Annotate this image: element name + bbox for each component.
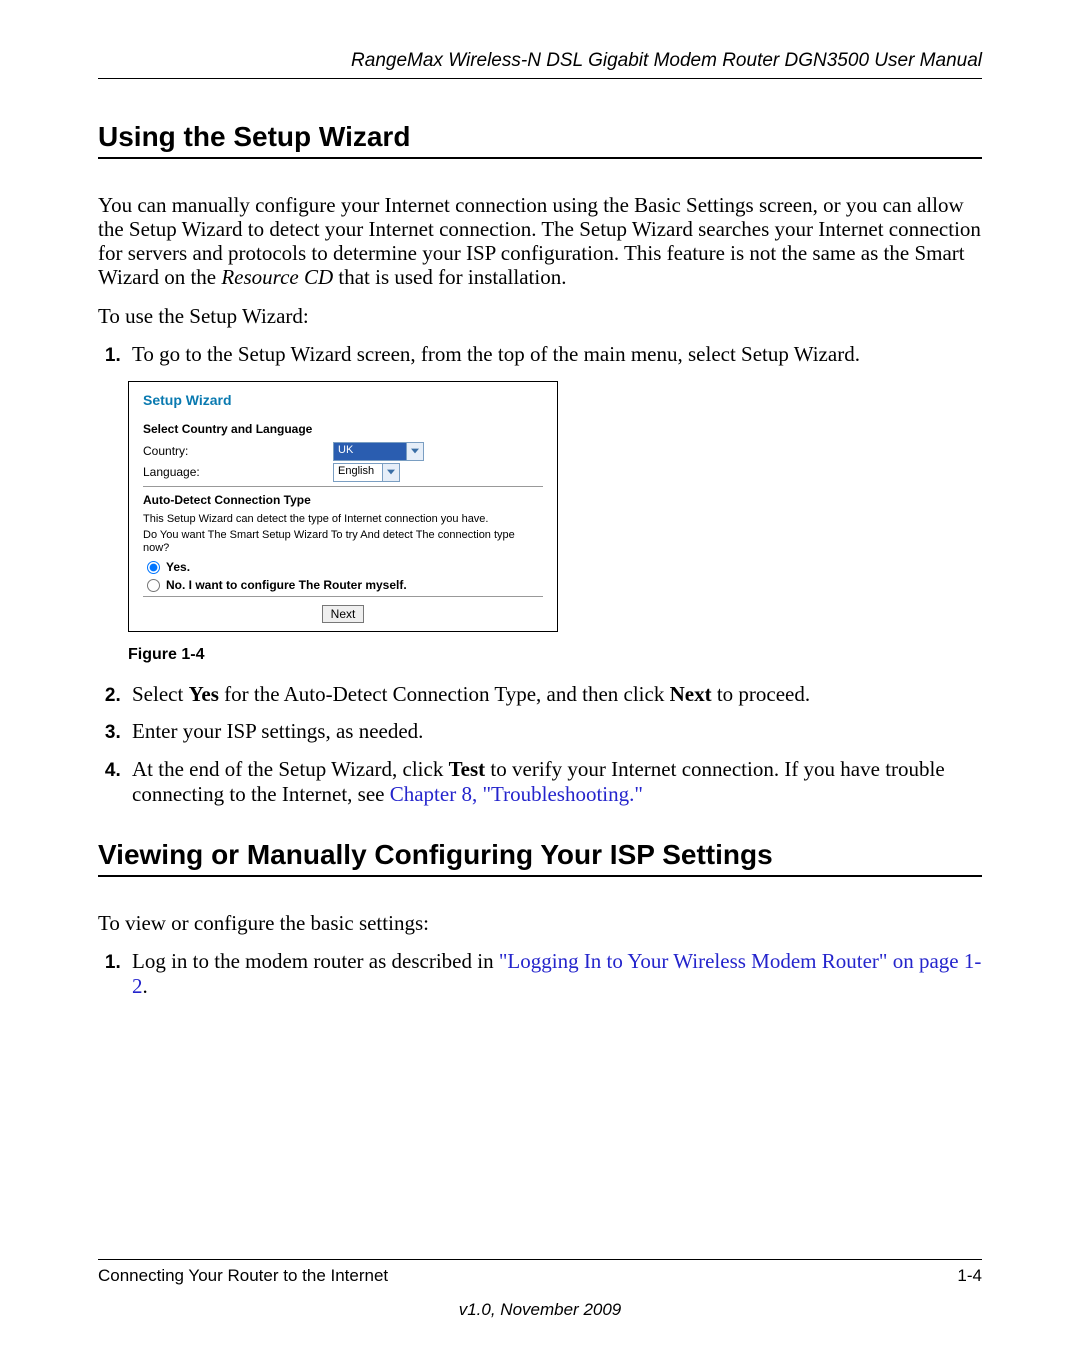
isp-step-1: Log in to the modem router as described … [126, 949, 982, 999]
step-4: At the end of the Setup Wizard, click Te… [126, 757, 982, 807]
chevron-down-icon [382, 464, 399, 481]
page-footer: Connecting Your Router to the Internet 1… [98, 1259, 982, 1320]
setup-wizard-panel: Setup Wizard Select Country and Language… [128, 381, 558, 632]
step-1: To go to the Setup Wizard screen, from t… [126, 342, 982, 367]
step2-next: Next [670, 682, 712, 706]
resource-cd-text: Resource CD [221, 265, 333, 289]
radio-no-label: No. I want to configure The Router mysel… [166, 578, 407, 592]
step2-a: Select [132, 682, 189, 706]
detect-desc-1: This Setup Wizard can detect the type of… [143, 513, 543, 527]
language-value: English [334, 464, 382, 481]
heading-setup-wizard: Using the Setup Wizard [98, 121, 982, 159]
footer-version: v1.0, November 2009 [98, 1300, 982, 1320]
country-select[interactable]: UK [333, 442, 424, 461]
country-label: Country: [143, 444, 333, 458]
step2-yes: Yes [189, 682, 219, 706]
section-country-language: Select Country and Language [143, 422, 543, 436]
isp-intro: To view or configure the basic settings: [98, 911, 982, 935]
wizard-title: Setup Wizard [143, 392, 543, 408]
step2-e: to proceed. [712, 682, 811, 706]
step4-a: At the end of the Setup Wizard, click [132, 757, 449, 781]
radio-yes[interactable] [147, 561, 160, 574]
setup-steps-list: To go to the Setup Wizard screen, from t… [98, 342, 982, 367]
next-button[interactable]: Next [322, 605, 365, 623]
isp-step1-a: Log in to the modem router as described … [132, 949, 499, 973]
figure-1-4: Setup Wizard Select Country and Language… [128, 381, 982, 664]
chevron-down-icon [406, 443, 423, 460]
step4-d: ." [629, 782, 643, 806]
detect-desc-2: Do You want The Smart Setup Wizard To tr… [143, 529, 543, 557]
heading-isp-settings: Viewing or Manually Configuring Your ISP… [98, 839, 982, 877]
to-use-text: To use the Setup Wizard: [98, 304, 982, 328]
step4-test: Test [449, 757, 486, 781]
figure-caption: Figure 1-4 [128, 646, 982, 664]
setup-steps-list-cont: Select Yes for the Auto-Detect Connectio… [98, 682, 982, 807]
isp-step1-b: . [143, 974, 148, 998]
footer-right: 1-4 [957, 1266, 982, 1286]
language-select[interactable]: English [333, 463, 400, 482]
radio-yes-label: Yes. [166, 560, 190, 574]
isp-steps-list: Log in to the modem router as described … [98, 949, 982, 999]
language-label: Language: [143, 465, 333, 479]
radio-no[interactable] [147, 579, 160, 592]
page-header: RangeMax Wireless-N DSL Gigabit Modem Ro… [98, 50, 982, 79]
intro-text-b: that is used for installation. [333, 265, 566, 289]
troubleshooting-link[interactable]: Chapter 8, "Troubleshooting [390, 782, 629, 806]
step-2: Select Yes for the Auto-Detect Connectio… [126, 682, 982, 707]
footer-left: Connecting Your Router to the Internet [98, 1266, 388, 1286]
country-value: UK [334, 443, 406, 460]
step2-c: for the Auto-Detect Connection Type, and… [219, 682, 670, 706]
step-3: Enter your ISP settings, as needed. [126, 719, 982, 744]
section-auto-detect: Auto-Detect Connection Type [143, 493, 543, 507]
intro-paragraph: You can manually configure your Internet… [98, 193, 982, 290]
